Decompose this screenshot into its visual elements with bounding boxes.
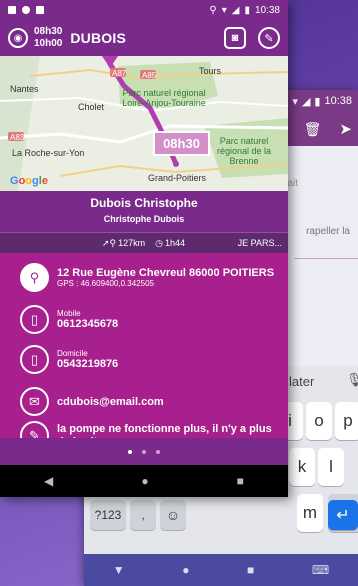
symbols-key[interactable]: ?123 [90, 500, 126, 530]
comma-key[interactable]: , [130, 500, 156, 530]
status-time: 10:38 [254, 4, 280, 16]
map-time-badge: 08h30 [153, 131, 210, 156]
foreground-phone: ⚲ ▾ ◢ ▮ 10:38 ◉ 08h30 10h00 DUBOIS ◙ ✎ N… [0, 0, 288, 497]
time-start: 08h30 [34, 26, 63, 37]
map-road-a83: A83 [10, 133, 25, 142]
user-icon[interactable]: ◉ [8, 28, 28, 48]
page-dot-1[interactable] [128, 449, 132, 454]
home-label: Domicile [57, 349, 88, 358]
map-label-la-roche-sur-yon: La Roche-sur-Yon [12, 148, 85, 158]
route-info-bar: ➚⚲ 127km ◷ 1h44 JE PARS... [0, 233, 288, 253]
route-duration: 1h44 [165, 238, 186, 248]
google-logo: Google [10, 175, 48, 187]
app-notification-icon [22, 6, 30, 14]
route-distance-icon: ➚⚲ [102, 237, 117, 248]
page-title: DUBOIS [70, 30, 127, 46]
mail-icon: ✉ [20, 387, 49, 416]
key-l[interactable]: l [318, 448, 344, 486]
home-number: 0543219876 [57, 358, 119, 370]
home-phone-row[interactable]: ▯ Domicile 0543219876 [20, 345, 118, 374]
map-label-grand-poitiers: Grand-Poitiers [148, 173, 207, 183]
route-map[interactable]: Nantes Cholet Tours Parc naturel régiona… [0, 56, 288, 191]
mobile-row[interactable]: ▯ Mobile 0612345678 [20, 305, 118, 334]
client-header: Dubois Christophe Christophe Dubois [0, 191, 288, 233]
emoji-key[interactable]: ☺ [160, 500, 186, 530]
timer-icon: ◷ [155, 237, 164, 248]
bg-delete-icon[interactable]: 🗑 [304, 121, 322, 138]
map-label-cholet: Cholet [78, 102, 105, 112]
map-label-park-loire: Parc naturel régional Loire-Anjou-Tourai… [122, 88, 206, 108]
mail-notification-icon [8, 6, 16, 14]
client-subtitle: Christophe Dubois [103, 214, 185, 224]
bg-input-underline [294, 258, 358, 259]
home-icon[interactable]: ● [141, 474, 148, 488]
bg-wifi-icon: ▾ [292, 95, 298, 108]
bg-status-time: 10:38 [324, 95, 352, 107]
map-label-park-brenne: Parc naturel régional de la Brenne [216, 136, 272, 166]
camera-icon[interactable]: ◙ [224, 27, 246, 49]
bg-reminder-text[interactable]: rapeller la [306, 226, 350, 237]
note-row[interactable]: ✎ la pompe ne fonctionne plus, il n'y a … [20, 421, 280, 438]
gps-text: GPS : 46.609400,0.342505 [57, 279, 154, 288]
recents-icon[interactable]: ■ [237, 474, 244, 488]
back-icon[interactable]: ◀ [44, 474, 53, 488]
client-details: ⚲ 12 Rue Eugène Chevreul 86000 POITIERS … [0, 253, 288, 438]
sim-notification-icon [36, 6, 44, 14]
app-toolbar: ◉ 08h30 10h00 DUBOIS ◙ ✎ [0, 20, 288, 56]
bg-keyboard-icon[interactable]: ⌨ [312, 563, 329, 577]
map-label-tours: Tours [199, 66, 222, 76]
client-name: Dubois Christophe [90, 196, 198, 210]
map-road-a85: A85 [142, 71, 157, 80]
email-row[interactable]: ✉ cdubois@email.com [20, 387, 164, 416]
page-indicator [0, 438, 288, 465]
mobile-label: Mobile [57, 309, 81, 318]
key-p[interactable]: p [335, 402, 358, 440]
map-label-nantes: Nantes [10, 84, 39, 94]
battery-icon: ▮ [244, 4, 250, 16]
time-end: 10h00 [34, 38, 63, 49]
location-icon: ⚲ [209, 4, 217, 16]
page-dot-3[interactable] [156, 449, 160, 454]
route-distance: 127km [118, 238, 146, 248]
signal-icon: ◢ [231, 4, 240, 16]
appointment-times: 08h30 10h00 [34, 26, 62, 50]
status-bar: ⚲ ▾ ◢ ▮ 10:38 [0, 0, 288, 20]
bg-send-icon[interactable]: ➤ [339, 120, 352, 138]
bg-recents-icon[interactable]: ■ [247, 563, 254, 577]
key-o[interactable]: o [306, 402, 332, 440]
bg-navigation-bar: ▼ ● ■ ⌨ [84, 554, 358, 586]
home-phone-icon: ▯ [20, 345, 49, 374]
address-text: 12 Rue Eugène Chevreul 86000 POITIERS [57, 267, 275, 279]
bg-back-icon[interactable]: ▼ [113, 563, 125, 577]
pencil-icon: ✎ [20, 421, 49, 438]
enter-key[interactable]: ↵ [328, 500, 358, 530]
key-m[interactable]: m [297, 494, 323, 532]
address-row[interactable]: ⚲ 12 Rue Eugène Chevreul 86000 POITIERS … [20, 263, 274, 292]
keyboard-suggestion[interactable]: later [289, 374, 314, 389]
wifi-icon: ▾ [221, 4, 227, 16]
bg-battery-icon: ▮ [314, 95, 321, 108]
note-text: la pompe ne fonctionne plus, il n'y a pl… [57, 422, 272, 439]
map-road-a87: A87 [112, 69, 127, 78]
navigation-bar: ◀ ● ■ [0, 465, 288, 497]
mic-icon[interactable]: 🎙 [346, 372, 358, 388]
bg-signal-icon: ◢ [301, 95, 311, 108]
key-k[interactable]: k [289, 448, 315, 486]
page-dot-2[interactable] [142, 449, 146, 454]
edit-icon[interactable]: ✎ [258, 27, 280, 49]
mobile-number: 0612345678 [57, 318, 119, 330]
bg-hint-top: ait [287, 178, 298, 189]
location-pin-icon: ⚲ [20, 263, 49, 292]
mobile-phone-icon: ▯ [20, 305, 49, 334]
bg-home-icon[interactable]: ● [182, 563, 189, 577]
start-trip-button[interactable]: JE PARS... [238, 238, 282, 248]
email-text: cdubois@email.com [57, 395, 164, 408]
